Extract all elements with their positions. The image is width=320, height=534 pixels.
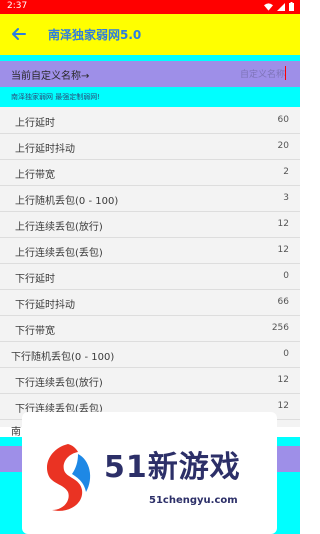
setting-label: 上行延时 <box>15 118 55 129</box>
page-title: 南泽独家弱网5.0 <box>48 28 142 42</box>
setting-label: 下行延时抖动 <box>15 300 75 311</box>
setting-label: 下行带宽 <box>15 326 55 337</box>
settings-row-down-burst-pass[interactable]: 下行连续丢包(放行) 12 <box>0 367 300 394</box>
watermark-ad: 51新游戏 51chengyu.com <box>22 412 277 534</box>
config-name-row: 当前自定义名称→ <box>0 61 300 87</box>
config-name-label: 当前自定义名称→ <box>11 71 90 82</box>
status-icons <box>264 2 294 11</box>
settings-row-up-delay[interactable]: 上行延时 60 <box>0 107 300 134</box>
setting-value: 12 <box>277 245 289 255</box>
setting-value: 0 <box>283 349 289 359</box>
setting-value: 256 <box>271 323 289 333</box>
status-bar: 2:37 <box>0 0 300 14</box>
settings-row-up-burst-pass[interactable]: 上行连续丢包(放行) 12 <box>0 211 300 238</box>
back-arrow-icon[interactable] <box>9 24 29 44</box>
setting-value: 60 <box>277 115 289 125</box>
settings-list: 上行延时 60 上行延时抖动 20 上行带宽 2 上行随机丢包(0 - 100)… <box>0 107 300 427</box>
settings-row-down-random-loss[interactable]: 下行随机丢包(0 - 100) 0 <box>0 341 300 368</box>
settings-row-down-delay[interactable]: 下行延时 0 <box>0 263 300 290</box>
setting-label: 上行连续丢包(丢包) <box>15 248 103 259</box>
wifi-icon <box>264 2 273 11</box>
setting-label: 上行随机丢包(0 - 100) <box>15 196 119 207</box>
app-bar: 南泽独家弱网5.0 <box>0 14 300 55</box>
settings-row-down-bandwidth[interactable]: 下行带宽 256 <box>0 315 300 342</box>
setting-value: 2 <box>283 167 289 177</box>
setting-label: 下行延时 <box>15 274 55 285</box>
settings-row-up-jitter[interactable]: 上行延时抖动 20 <box>0 133 300 160</box>
watermark-brand-text: 51新游戏 <box>104 450 241 485</box>
settings-row-up-bandwidth[interactable]: 上行带宽 2 <box>0 159 300 186</box>
settings-row-up-burst-drop[interactable]: 上行连续丢包(丢包) 12 <box>0 237 300 264</box>
setting-label: 上行带宽 <box>15 170 55 181</box>
notice-banner: 南泽独家弱网 最强定制弱网! <box>0 87 300 107</box>
config-name-input[interactable] <box>225 66 286 80</box>
setting-label: 下行连续丢包(放行) <box>15 378 103 389</box>
status-time: 2:37 <box>7 1 28 11</box>
battery-icon <box>289 2 294 11</box>
setting-value: 12 <box>277 375 289 385</box>
partial-row-label: 南 <box>11 427 21 438</box>
settings-row-up-random-loss[interactable]: 上行随机丢包(0 - 100) 3 <box>0 185 300 212</box>
setting-value: 12 <box>277 401 289 411</box>
setting-value: 12 <box>277 219 289 229</box>
setting-label: 下行随机丢包(0 - 100) <box>11 352 115 363</box>
setting-value: 3 <box>283 193 289 203</box>
signal-icon <box>277 2 285 11</box>
setting-value: 0 <box>283 271 289 281</box>
watermark-logo-icon <box>46 444 91 511</box>
setting-label: 上行连续丢包(放行) <box>15 222 103 233</box>
setting-value: 66 <box>277 297 289 307</box>
notice-text: 南泽独家弱网 最强定制弱网! <box>11 93 101 101</box>
settings-row-down-jitter[interactable]: 下行延时抖动 66 <box>0 289 300 316</box>
watermark-url-text: 51chengyu.com <box>149 495 238 506</box>
setting-label: 上行延时抖动 <box>15 144 75 155</box>
setting-value: 20 <box>277 141 289 151</box>
